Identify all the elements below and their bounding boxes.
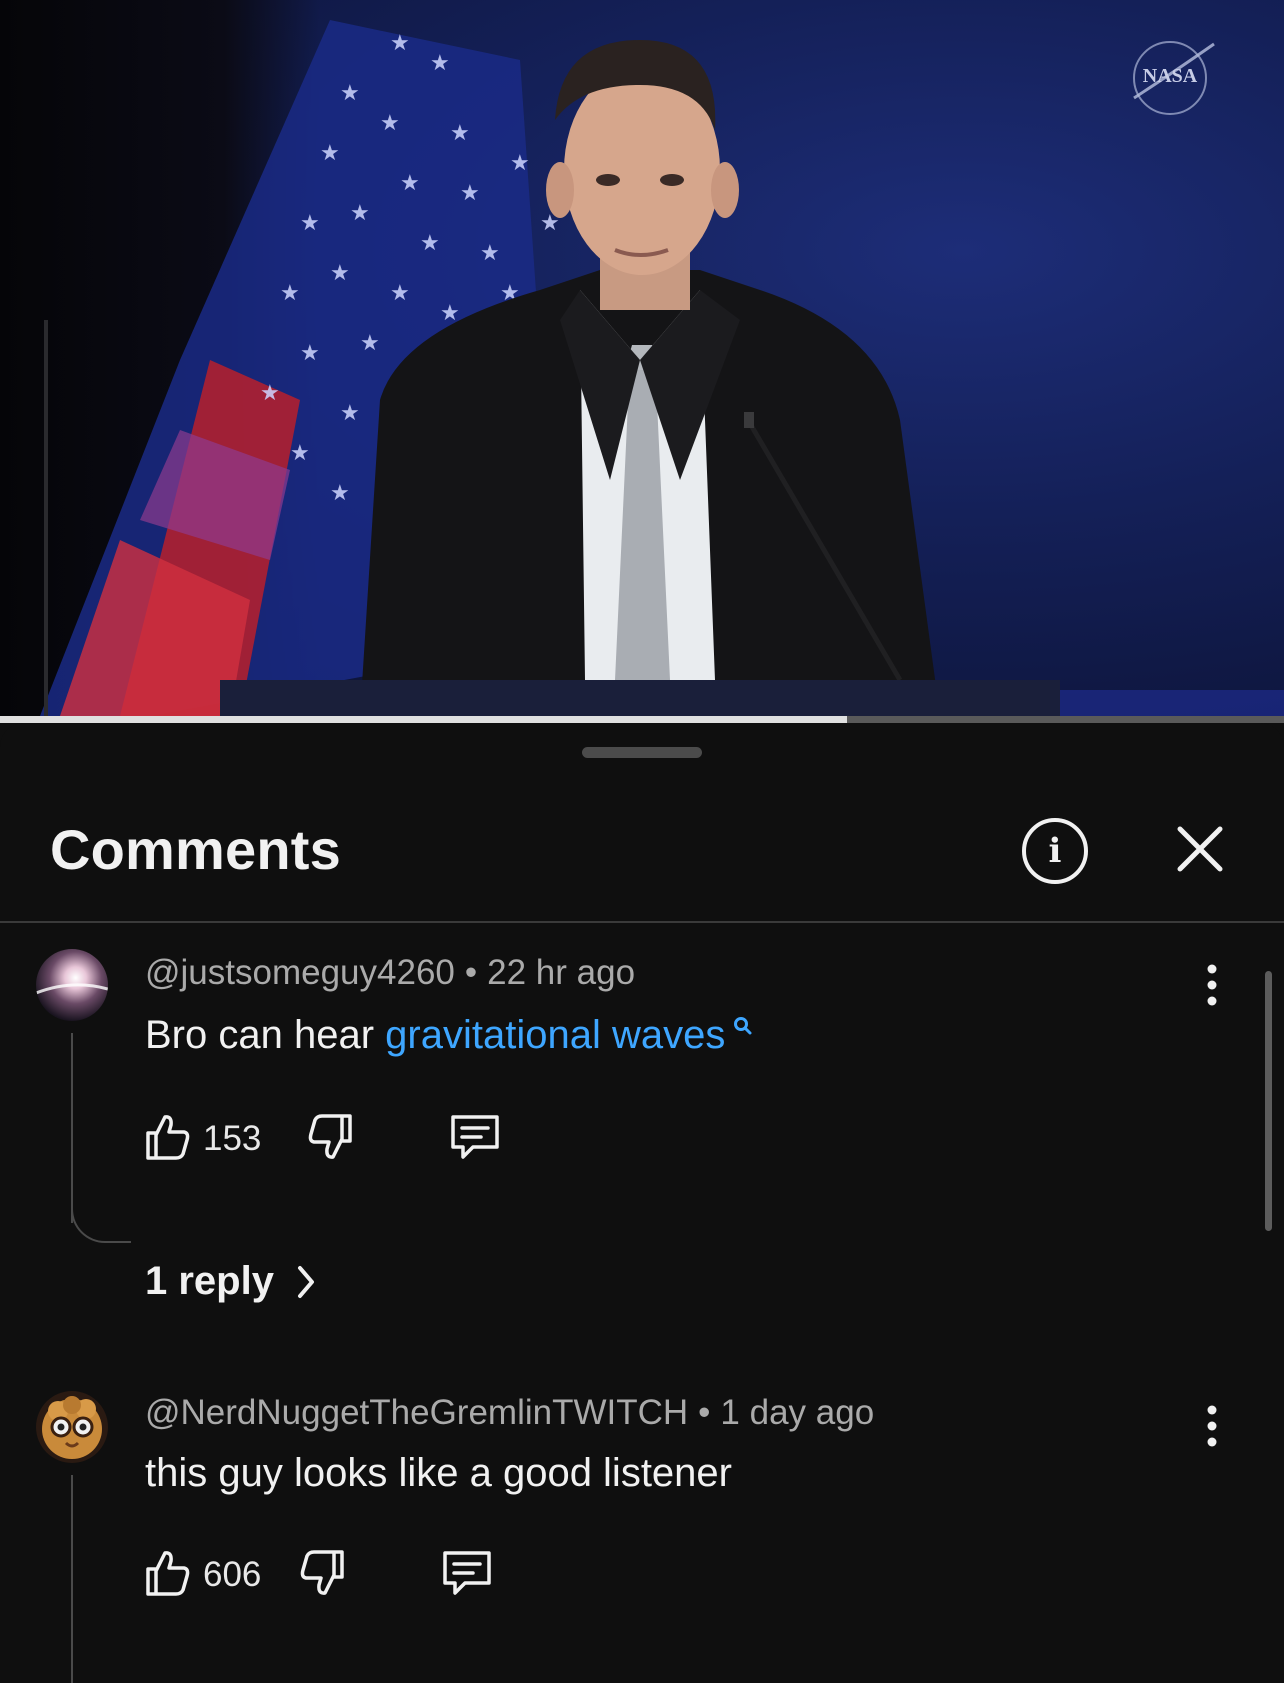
scrollbar[interactable] <box>1265 971 1272 1231</box>
video-progress-bar[interactable] <box>0 716 1284 723</box>
svg-text:★: ★ <box>340 81 360 106</box>
svg-text:★: ★ <box>430 51 450 76</box>
like-count: 606 <box>203 1555 262 1594</box>
video-progress-fill <box>0 716 848 723</box>
search-link-label: gravitational waves <box>385 1013 726 1057</box>
comments-title: Comments <box>50 818 341 881</box>
view-replies-link[interactable]: 1 reply <box>145 1259 320 1304</box>
svg-text:★: ★ <box>350 201 370 226</box>
reply-button[interactable] <box>441 1549 493 1602</box>
thumb-up-icon <box>146 1114 190 1160</box>
svg-text:★: ★ <box>300 341 320 366</box>
comment-actions: 153 <box>145 1113 501 1165</box>
chevron-right-icon <box>297 1265 314 1298</box>
comments-sheet: Comments i @justsomeguy4260 • 22 hr ago … <box>0 723 1284 1683</box>
comment-text: this guy looks like a good listener <box>145 1451 732 1495</box>
svg-text:★: ★ <box>300 211 320 236</box>
close-button[interactable] <box>1176 825 1224 873</box>
svg-text:NASA: NASA <box>1143 65 1198 87</box>
comment-author[interactable]: @NerdNuggetTheGremlinTWITCH <box>145 1393 688 1432</box>
drag-handle[interactable] <box>582 747 702 758</box>
reply-icon <box>443 1550 492 1595</box>
svg-text:★: ★ <box>280 281 300 306</box>
svg-text:★: ★ <box>510 151 530 176</box>
svg-text:★: ★ <box>420 231 440 256</box>
search-icon <box>734 1017 752 1035</box>
avatar[interactable] <box>36 1391 108 1463</box>
comment-meta: @justsomeguy4260 • 22 hr ago <box>145 953 636 992</box>
svg-text:★: ★ <box>480 241 500 266</box>
like-count: 153 <box>203 1119 262 1158</box>
svg-text:★: ★ <box>330 261 350 286</box>
more-vert-icon <box>1207 1405 1217 1447</box>
svg-text:★: ★ <box>390 31 410 56</box>
svg-text:★: ★ <box>460 181 480 206</box>
reply-icon <box>451 1114 500 1159</box>
thumb-up-icon <box>146 1550 190 1596</box>
svg-text:★: ★ <box>400 171 420 196</box>
like-button[interactable] <box>145 1113 191 1166</box>
svg-text:★: ★ <box>290 441 310 466</box>
nasa-logo: NASA <box>1128 36 1216 116</box>
thumb-down-icon <box>301 1549 345 1595</box>
comment-text: Bro can hear gravitational waves <box>145 1013 755 1058</box>
thread-line <box>71 1475 73 1683</box>
avatar[interactable] <box>36 949 108 1021</box>
comment-author[interactable]: @justsomeguy4260 <box>145 953 455 992</box>
video-player[interactable]: ★★★ ★★★ ★★★ ★★★ ★★★ ★★★ ★★★ ★★★ ★★★ <box>0 0 1284 716</box>
comment-more-button[interactable] <box>1196 963 1228 1007</box>
svg-text:★: ★ <box>380 111 400 136</box>
thumb-down-icon <box>309 1113 353 1159</box>
svg-text:★: ★ <box>450 121 470 146</box>
svg-text:★: ★ <box>320 141 340 166</box>
header-divider <box>0 921 1284 923</box>
comment-time: 1 day ago <box>720 1393 875 1432</box>
svg-text:★: ★ <box>330 481 350 506</box>
info-button[interactable]: i <box>1022 818 1088 884</box>
reply-button[interactable] <box>449 1113 501 1166</box>
dislike-button[interactable] <box>307 1113 353 1166</box>
replies-label: 1 reply <box>145 1259 274 1303</box>
comment-actions: 606 <box>145 1549 493 1601</box>
comment-time: 22 hr ago <box>487 953 636 992</box>
thread-line <box>71 1033 73 1223</box>
svg-text:★: ★ <box>260 381 280 406</box>
comment-more-button[interactable] <box>1196 1404 1228 1448</box>
thread-connector <box>71 1203 131 1243</box>
dislike-button[interactable] <box>299 1549 345 1602</box>
search-link[interactable]: gravitational waves <box>385 1013 755 1057</box>
svg-text:★: ★ <box>340 401 360 426</box>
svg-text:★: ★ <box>360 331 380 356</box>
comment-meta: @NerdNuggetTheGremlinTWITCH • 1 day ago <box>145 1393 875 1432</box>
info-icon: i <box>1048 831 1062 871</box>
svg-text:★: ★ <box>390 281 410 306</box>
more-vert-icon <box>1207 964 1217 1006</box>
like-button[interactable] <box>145 1549 191 1602</box>
video-frame: ★★★ ★★★ ★★★ ★★★ ★★★ ★★★ ★★★ ★★★ ★★★ <box>40 20 1284 716</box>
comment-text-plain: Bro can hear <box>145 1013 386 1057</box>
close-icon <box>1177 826 1223 872</box>
